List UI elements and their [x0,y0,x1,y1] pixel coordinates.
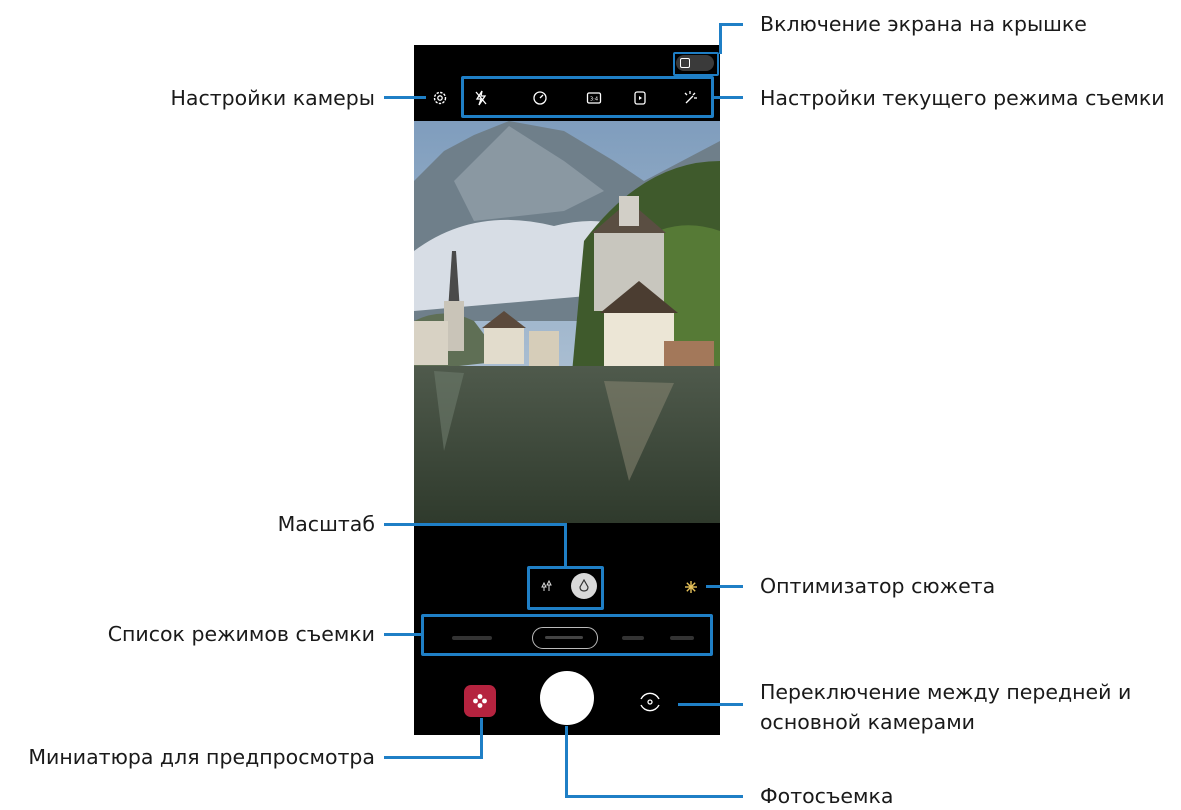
label-mode-list: Список режимов съемки [107,622,375,646]
mode-list-highlight [421,614,713,656]
gear-icon[interactable] [428,86,452,110]
cover-screen-highlight [673,52,719,76]
callout-line-zoom-v [564,523,567,567]
shutter-button[interactable] [540,671,594,725]
callout-line-camera-settings [384,96,426,99]
label-camera-settings: Настройки камеры [170,86,375,110]
callout-line-preview-v [480,718,483,759]
label-scene-optimizer: Оптимизатор сюжета [760,574,996,598]
callout-line-cover-screen [719,23,743,26]
callout-line-mode-list [384,633,422,636]
callout-line-scene-optimizer [706,585,743,588]
label-cover-screen: Включение экрана на крышке [760,12,1087,36]
zoom-highlight [527,566,604,610]
preview-thumbnail[interactable] [464,685,496,717]
mode-settings-highlight [461,76,714,118]
scene-optimizer-icon[interactable] [682,578,700,596]
callout-line-take-photo [565,795,743,798]
callout-line-cover-screen-v [719,23,722,54]
label-zoom: Масштаб [277,512,375,536]
label-mode-settings: Настройки текущего режима съемки [760,86,1165,110]
viewfinder-preview[interactable] [414,121,720,523]
label-switch-camera-2: основной камерами [760,710,976,734]
callout-line-switch-camera [678,703,743,706]
callout-line-mode-settings [714,96,743,99]
callout-line-take-photo-v [565,726,568,798]
label-preview-thumbnail: Миниатюра для предпросмотра [28,745,375,769]
switch-camera-button[interactable] [632,684,668,720]
label-switch-camera-1: Переключение между передней и [760,680,1132,704]
label-take-photo: Фотосъемка [760,784,894,808]
callout-line-preview [384,756,483,759]
callout-line-zoom [384,523,567,526]
